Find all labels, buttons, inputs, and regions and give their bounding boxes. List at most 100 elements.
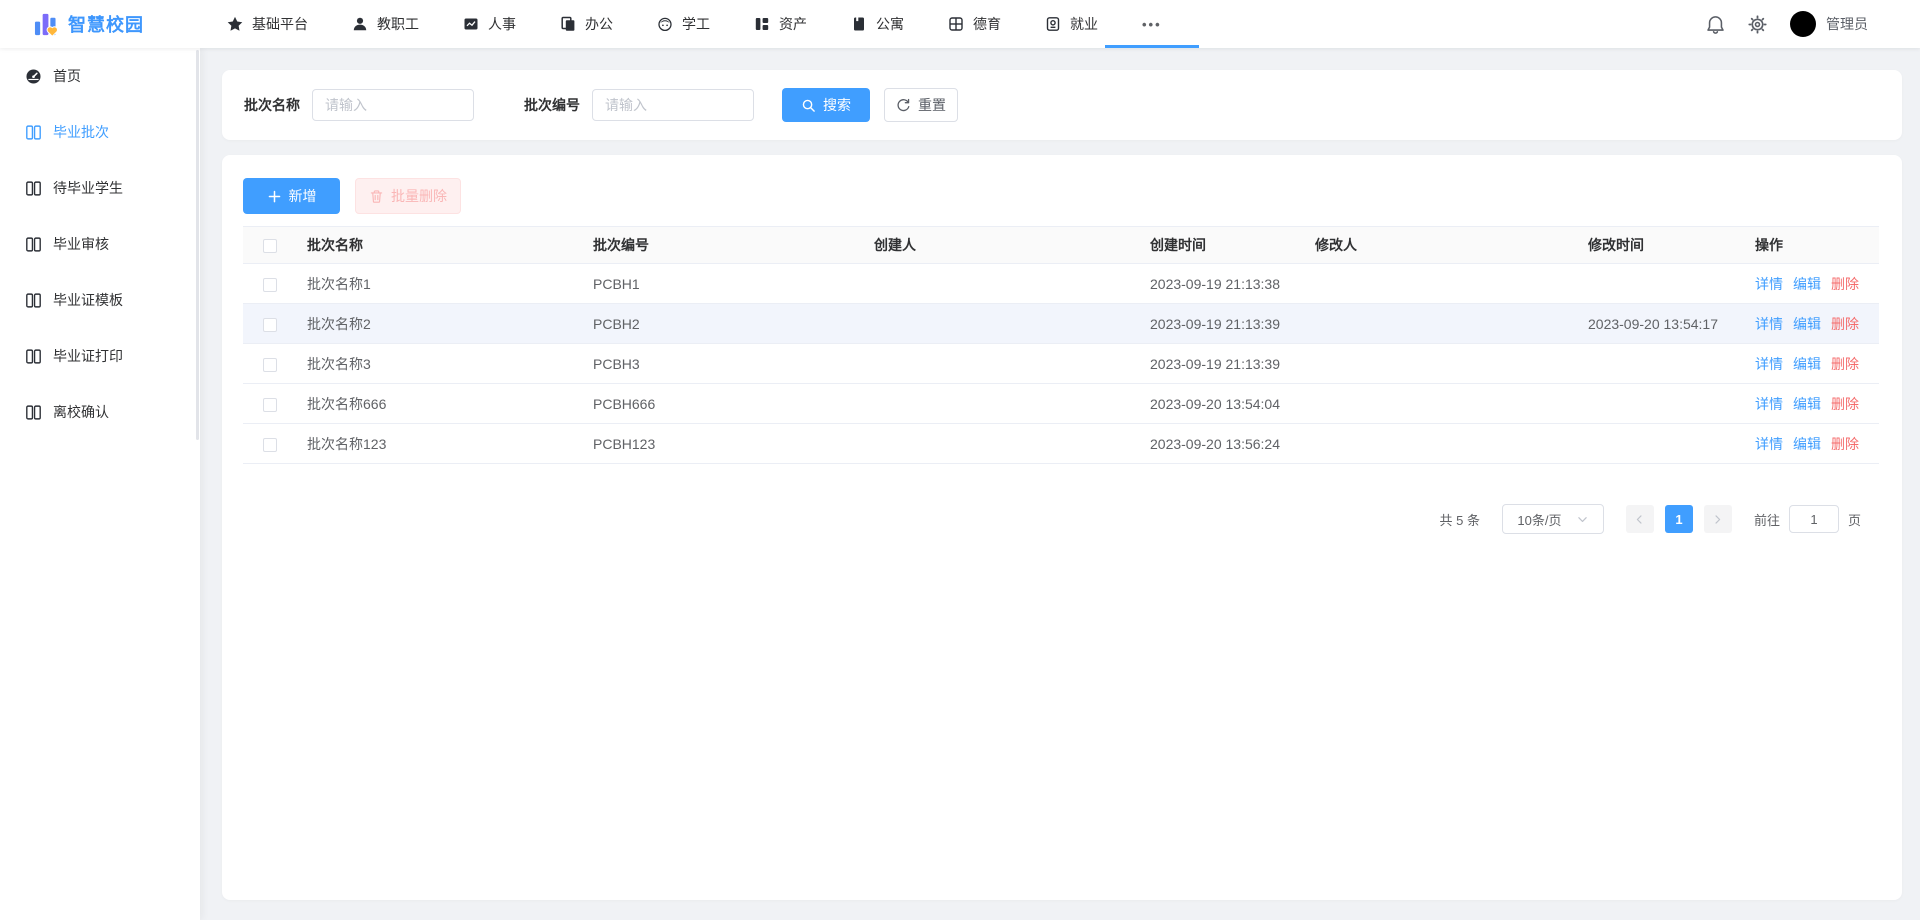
sidebar-scrollbar[interactable] — [196, 50, 199, 440]
table-row: 批次名称123 PCBH123 2023-09-20 13:56:24 详情编辑… — [243, 424, 1879, 464]
sidebar-item-home[interactable]: 首页 — [0, 48, 200, 104]
row-checkbox[interactable] — [263, 438, 277, 452]
topnav-label: 德育 — [973, 14, 1001, 34]
brand-logo[interactable]: 智慧校园 — [0, 11, 200, 37]
detail-link[interactable]: 详情 — [1755, 276, 1783, 292]
topnav-label: 就业 — [1070, 14, 1098, 34]
topnav-item-hr[interactable]: 人事 — [463, 0, 516, 48]
avatar — [1790, 11, 1816, 37]
cell-modified-at — [1578, 424, 1745, 464]
row-checkbox[interactable] — [263, 358, 277, 372]
add-button[interactable]: 新增 — [243, 178, 340, 214]
edit-link[interactable]: 编辑 — [1793, 356, 1821, 372]
edit-link[interactable]: 编辑 — [1793, 396, 1821, 412]
sidebar-item-graduation-batch[interactable]: 毕业批次 — [0, 104, 200, 160]
delete-link[interactable]: 删除 — [1831, 396, 1859, 412]
sidebar-item-diploma-template[interactable]: 毕业证模板 — [0, 272, 200, 328]
pager: 1 — [1626, 505, 1732, 533]
delete-link[interactable]: 删除 — [1831, 316, 1859, 332]
search-button[interactable]: 搜索 — [782, 88, 870, 122]
edit-link[interactable]: 编辑 — [1793, 316, 1821, 332]
cell-creator — [864, 264, 1140, 304]
topnav-label: 办公 — [585, 14, 613, 34]
bell-icon[interactable] — [1706, 15, 1725, 34]
pagination: 共 5 条 10条/页 1 前往 页 — [243, 504, 1879, 534]
table-toolbar: 新增 批量删除 — [243, 178, 1879, 214]
cell-batch-name: 批次名称3 — [297, 344, 583, 384]
chevron-left-icon — [1633, 513, 1646, 526]
batch-name-label: 批次名称 — [244, 95, 300, 115]
sidebar-item-label: 毕业批次 — [53, 122, 109, 142]
prev-page-button[interactable] — [1626, 505, 1654, 533]
table-header-row: 批次名称 批次编号 创建人 创建时间 修改人 修改时间 操作 — [243, 227, 1879, 264]
cell-creator — [864, 384, 1140, 424]
cell-batch-name: 批次名称666 — [297, 384, 583, 424]
detail-link[interactable]: 详情 — [1755, 436, 1783, 452]
delete-link[interactable]: 删除 — [1831, 276, 1859, 292]
edit-link[interactable]: 编辑 — [1793, 276, 1821, 292]
topnav-label: 教职工 — [377, 14, 419, 34]
brand-name: 智慧校园 — [68, 11, 144, 37]
cell-modifier — [1305, 384, 1578, 424]
cell-batch-name: 批次名称123 — [297, 424, 583, 464]
page-number-button[interactable]: 1 — [1665, 505, 1693, 533]
topnav-label: 人事 — [488, 14, 516, 34]
detail-link[interactable]: 详情 — [1755, 356, 1783, 372]
sidebar-item-graduation-review[interactable]: 毕业审核 — [0, 216, 200, 272]
topnav-item-office[interactable]: 办公 — [560, 0, 613, 48]
select-all-checkbox[interactable] — [263, 239, 277, 253]
topnav-label: 基础平台 — [252, 14, 308, 34]
goto-page-input[interactable] — [1789, 505, 1839, 533]
detail-link[interactable]: 详情 — [1755, 316, 1783, 332]
topnav-item-student-affairs[interactable]: 学工 — [657, 0, 710, 48]
user-menu[interactable]: 管理员 — [1790, 11, 1868, 37]
detail-link[interactable]: 详情 — [1755, 396, 1783, 412]
delete-link[interactable]: 删除 — [1831, 356, 1859, 372]
cell-modifier — [1305, 344, 1578, 384]
sidebar-item-label: 毕业证打印 — [53, 346, 123, 366]
column-header-actions: 操作 — [1745, 227, 1879, 264]
row-checkbox[interactable] — [263, 398, 277, 412]
batch-name-input[interactable] — [312, 89, 474, 121]
cell-creator — [864, 304, 1140, 344]
page-size-select[interactable]: 10条/页 — [1502, 504, 1604, 534]
sidebar-item-leave-confirmation[interactable]: 离校确认 — [0, 384, 200, 440]
search-icon — [801, 98, 816, 113]
gear-icon[interactable] — [1748, 15, 1767, 34]
cell-batch-code: PCBH2 — [583, 304, 864, 344]
sidebar-item-pending-graduates[interactable]: 待毕业学生 — [0, 160, 200, 216]
cell-batch-code: PCBH123 — [583, 424, 864, 464]
next-page-button[interactable] — [1704, 505, 1732, 533]
grid-icon — [948, 16, 964, 32]
page-size-value: 10条/页 — [1517, 510, 1561, 529]
topnav-label: 学工 — [682, 14, 710, 34]
topnav-item-base-platform[interactable]: 基础平台 — [227, 0, 308, 48]
person-icon — [352, 16, 368, 32]
sidebar-item-label: 待毕业学生 — [53, 178, 123, 198]
cell-created-at: 2023-09-20 13:54:04 — [1140, 384, 1305, 424]
edit-link[interactable]: 编辑 — [1793, 436, 1821, 452]
delete-link[interactable]: 删除 — [1831, 436, 1859, 452]
batch-code-input[interactable] — [592, 89, 754, 121]
cell-modified-at — [1578, 384, 1745, 424]
reset-button[interactable]: 重置 — [884, 88, 958, 122]
sidebar-item-label: 首页 — [53, 66, 81, 86]
more-icon: ••• — [1142, 17, 1162, 32]
cell-created-at: 2023-09-19 21:13:38 — [1140, 264, 1305, 304]
row-checkbox[interactable] — [263, 278, 277, 292]
add-button-label: 新增 — [289, 186, 317, 206]
batch-delete-button[interactable]: 批量删除 — [355, 178, 461, 214]
top-header: 智慧校园 基础平台 教职工 人事 办公 学工 资产 公寓 — [0, 0, 1920, 48]
search-button-label: 搜索 — [823, 95, 851, 115]
topnav-item-moral-education[interactable]: 德育 — [948, 0, 1001, 48]
topnav-item-assets[interactable]: 资产 — [754, 0, 807, 48]
topnav-item-faculty[interactable]: 教职工 — [352, 0, 419, 48]
dashboard-icon — [25, 68, 42, 85]
topnav-item-apartment[interactable]: 公寓 — [851, 0, 904, 48]
topnav-item-more[interactable]: ••• — [1142, 0, 1162, 48]
sidebar-item-diploma-print[interactable]: 毕业证打印 — [0, 328, 200, 384]
topnav-item-employment[interactable]: 就业 — [1045, 0, 1098, 48]
row-checkbox[interactable] — [263, 318, 277, 332]
star-icon — [227, 16, 243, 32]
column-header-code: 批次编号 — [583, 227, 864, 264]
